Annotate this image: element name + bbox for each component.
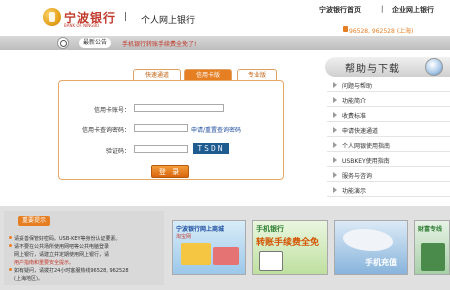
tip-line: 网上银行，请建立并定期使用网上银行，请 xyxy=(14,252,110,258)
help-item-demo[interactable]: 功能演示 xyxy=(327,183,450,197)
help-title: 帮助与下载 xyxy=(345,64,400,75)
arrow-right-icon xyxy=(333,127,337,133)
tip-line: 请妥善保管好密码。USB-KEY等身份认证要素。 xyxy=(14,236,121,242)
notice-icon xyxy=(57,37,69,49)
help-item-label: USBKEY使用指南 xyxy=(342,158,390,165)
captcha-image[interactable]: TSDN xyxy=(193,143,229,154)
bank-name-en: BANK OF NINGBO xyxy=(64,23,100,28)
help-item-label: 申请快速通道 xyxy=(342,128,379,135)
banner-mobile-topup[interactable]: 手机充值 xyxy=(334,220,408,275)
arrow-right-icon xyxy=(333,157,337,163)
page-header: 宁波银行 BANK OF NINGBO | 个人网上银行 宁波银行首页 | 企业… xyxy=(0,0,450,36)
tips-label: 重要提示 xyxy=(18,216,51,226)
phone-icon xyxy=(421,243,445,271)
airplane-icon xyxy=(343,229,393,251)
top-link-separator: | xyxy=(381,5,384,13)
banner-title: 手机充值 xyxy=(365,258,397,267)
captcha-label: 验证码： xyxy=(105,148,130,155)
header-separator: | xyxy=(124,12,128,22)
bullet-icon xyxy=(9,236,12,239)
arrow-right-icon xyxy=(333,97,337,103)
banner-subtitle: 转账手续费全免 xyxy=(256,238,320,248)
bank-home-link[interactable]: 宁波银行首页 xyxy=(319,5,361,15)
captcha-input[interactable] xyxy=(134,145,188,153)
tip-line: (上海地区)。 xyxy=(14,276,43,282)
arrow-right-icon xyxy=(333,172,337,178)
arrow-right-icon xyxy=(333,82,337,88)
banner-title: 手机银行 xyxy=(256,225,284,233)
help-item-fees[interactable]: 收费标准 xyxy=(327,108,450,122)
phone-icon xyxy=(343,26,348,32)
card-number-label: 信用卡账号： xyxy=(93,107,130,114)
arrow-right-icon xyxy=(333,112,337,118)
login-button[interactable]: 登 录 xyxy=(151,165,189,178)
help-item-apply-fast-channel[interactable]: 申请快速通道 xyxy=(327,123,450,137)
query-password-input[interactable] xyxy=(134,124,188,132)
phone-icon xyxy=(259,251,283,271)
download-icon xyxy=(425,58,443,76)
bullet-icon xyxy=(9,244,12,247)
help-item-service[interactable]: 服务与咨询 xyxy=(327,168,450,182)
banner-wealth[interactable]: 财富专线 xyxy=(414,220,450,275)
hotline-text: 96528, 962528 (上海) xyxy=(349,28,414,35)
notice-label[interactable]: 最新公告 xyxy=(79,38,112,48)
tip-line: 请不要在公共场所使用网吧等公共电脑登录 xyxy=(14,244,110,250)
arrow-right-icon xyxy=(333,142,337,148)
help-item-label: 个人网银使用指南 xyxy=(342,143,391,150)
help-item-label: 功能简介 xyxy=(342,98,367,105)
shopping-bag-icon xyxy=(181,243,211,265)
help-item-label: 收费标准 xyxy=(342,113,367,120)
bullet-icon xyxy=(9,268,12,271)
help-item-user-guide[interactable]: 个人网银使用指南 xyxy=(327,138,450,152)
help-item-features[interactable]: 功能简介 xyxy=(327,93,450,107)
card-number-input[interactable] xyxy=(134,104,224,112)
banner-mobile-banking[interactable]: 手机银行 转账手续费全免 xyxy=(252,220,328,275)
gift-icon xyxy=(213,247,239,265)
banner-mall[interactable]: 宁波银行网上商城 淘宝网 xyxy=(172,220,246,275)
corporate-banking-link[interactable]: 企业网上银行 xyxy=(392,5,434,15)
help-item-usbkey-guide[interactable]: USBKEY使用指南 xyxy=(327,153,450,167)
arrow-right-icon xyxy=(333,187,337,193)
notice-text[interactable]: 手机银行转账手续费全免了! xyxy=(122,39,196,48)
banner-title: 宁波银行网上商城 xyxy=(176,226,225,233)
banner-title: 财富专线 xyxy=(418,226,443,233)
help-item-label: 功能演示 xyxy=(342,188,367,195)
security-tip-link[interactable]: 用户指南和重要安全提示。 xyxy=(14,259,74,266)
banner-subtitle: 淘宝网 xyxy=(176,234,192,240)
bank-logo-icon[interactable] xyxy=(43,8,61,26)
page-title: 个人网上银行 xyxy=(141,16,196,26)
query-password-label: 信用卡查询密码： xyxy=(81,127,130,134)
help-item-label: 问题与帮助 xyxy=(342,83,373,90)
reset-password-link[interactable]: 申请/重置查询密码 xyxy=(191,125,241,134)
help-item-label: 服务与咨询 xyxy=(342,173,373,180)
help-item-faq[interactable]: 问题与帮助 xyxy=(327,78,450,92)
tip-line: 如有疑问，请拨打24小时客服热线96528, 962528 xyxy=(14,268,129,274)
